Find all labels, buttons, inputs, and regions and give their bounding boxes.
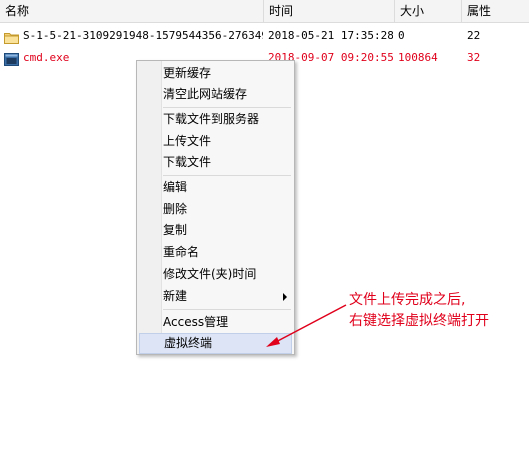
column-time-header[interactable]: 时间	[264, 0, 395, 22]
file-size: 100864	[398, 51, 438, 64]
menu-item-virtual-terminal[interactable]: 虚拟终端	[139, 333, 292, 354]
menu-separator	[163, 175, 291, 176]
file-size: 0	[398, 29, 405, 42]
column-size-header[interactable]: 大小	[395, 0, 462, 22]
menu-item-refresh-cache[interactable]: 更新缓存	[139, 63, 292, 84]
menu-item-new[interactable]: 新建	[139, 286, 292, 307]
menu-separator	[163, 309, 291, 310]
column-header: 名称 时间 大小 属性	[0, 0, 529, 23]
menu-item-download-file[interactable]: 下载文件	[139, 152, 292, 173]
column-attr-label: 属性	[467, 4, 492, 18]
menu-separator	[163, 107, 291, 108]
menu-item-edit[interactable]: 编辑	[139, 177, 292, 198]
menu-item-new-label: 新建	[163, 289, 188, 303]
menu-item-rename[interactable]: 重命名	[139, 242, 292, 263]
column-size-label: 大小	[400, 4, 425, 18]
menu-item-clear-site-cache[interactable]: 清空此网站缓存	[139, 84, 292, 105]
table-row[interactable]: S-1-5-21-3109291948-1579544356-276349...…	[0, 25, 529, 47]
file-attr: 22	[467, 29, 481, 42]
annotation-line-1: 文件上传完成之后,	[349, 292, 466, 308]
file-time: 2018-05-21 17:35:28	[268, 29, 393, 42]
submenu-arrow-icon	[283, 293, 287, 301]
menu-item-download-to-server[interactable]: 下载文件到服务器	[139, 109, 292, 130]
folder-icon	[4, 29, 19, 44]
menu-item-access-manager[interactable]: Access管理	[139, 312, 292, 333]
menu-item-copy[interactable]: 复制	[139, 220, 292, 241]
column-time-label: 时间	[269, 4, 294, 18]
context-menu: 更新缓存 清空此网站缓存 下载文件到服务器 上传文件 下载文件 编辑 删除 复制…	[136, 60, 295, 355]
file-icon	[4, 51, 19, 66]
menu-item-modify-time[interactable]: 修改文件(夹)时间	[139, 264, 292, 285]
column-attr-header[interactable]: 属性	[462, 0, 529, 22]
menu-item-upload-file[interactable]: 上传文件	[139, 131, 292, 152]
menu-item-delete[interactable]: 删除	[139, 199, 292, 220]
file-attr: 32	[467, 51, 481, 64]
file-name: S-1-5-21-3109291948-1579544356-276349...	[23, 29, 263, 42]
annotation-text: 文件上传完成之后, 右键选择虚拟终端打开	[349, 290, 489, 332]
annotation-line-2: 右键选择虚拟终端打开	[349, 313, 489, 329]
column-name-header[interactable]: 名称	[0, 0, 264, 22]
column-name-label: 名称	[5, 4, 30, 18]
